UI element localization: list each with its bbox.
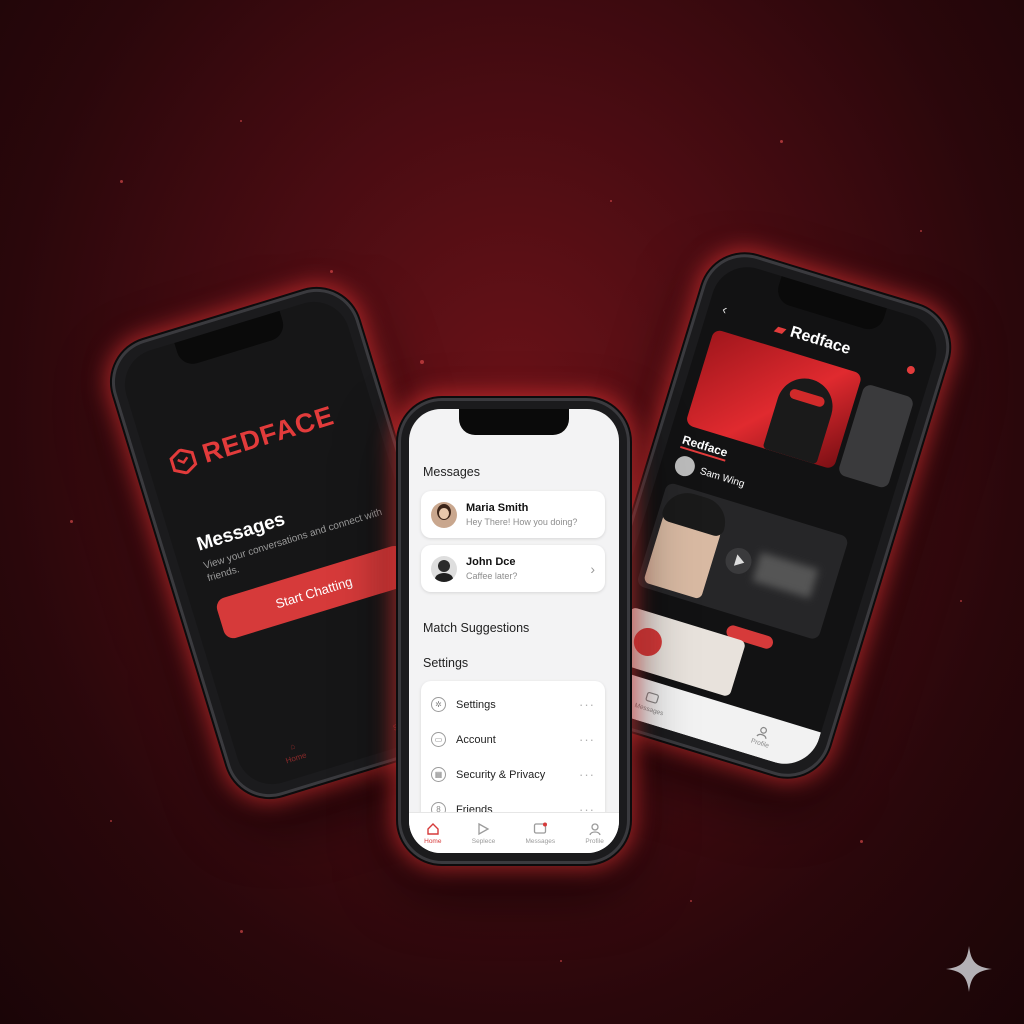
conversation-item[interactable]: Maria Smith Hey There! How you doing?: [421, 491, 605, 538]
nav-label: Messages: [633, 702, 665, 718]
mask-icon: ▰: [773, 319, 789, 338]
home-icon: [427, 822, 439, 835]
person-image: [762, 371, 840, 465]
blurred-content: [752, 552, 819, 599]
phone-right: ‹ ▰ Redface Redface Sam Wing Messages Pr…: [571, 243, 961, 788]
message-preview: Caffee later?: [466, 571, 518, 581]
play-button-icon[interactable]: [630, 624, 666, 660]
user-name: Sam Wing: [698, 466, 746, 491]
messages-heading: Messages: [423, 465, 480, 479]
play-icon: [478, 822, 490, 835]
message-icon: [645, 692, 660, 704]
nav-label: Home: [284, 750, 308, 765]
avatar: [431, 555, 457, 582]
nav-label: Profile: [585, 837, 604, 845]
account-icon: ▭: [431, 732, 446, 747]
more-icon[interactable]: ···: [579, 767, 595, 782]
settings-item-security[interactable]: ▦ Security & Privacy ···: [421, 757, 605, 792]
settings-item-settings[interactable]: ✲ Settings ···: [421, 687, 605, 722]
nav-home[interactable]: Home: [424, 822, 441, 845]
right-screen: ‹ ▰ Redface Redface Sam Wing Messages Pr…: [586, 258, 946, 773]
home-icon: ⌂: [288, 741, 297, 752]
match-suggestions-heading: Match Suggestions: [423, 621, 530, 635]
settings-heading: Settings: [423, 656, 469, 670]
sparkle-star-icon: [946, 946, 992, 992]
brand-logo: REDFACE: [166, 400, 338, 479]
settings-label: Account: [456, 733, 496, 746]
play-icon[interactable]: [722, 544, 755, 578]
notch: [174, 310, 288, 368]
profile-icon: [756, 727, 768, 739]
video-card[interactable]: [635, 481, 850, 641]
brand-name: REDFACE: [198, 400, 338, 469]
settings-label: Security & Privacy: [456, 768, 546, 781]
nav-seplece[interactable]: Seplece: [471, 822, 496, 845]
notification-dot[interactable]: [905, 365, 916, 375]
settings-label: Settings: [456, 698, 496, 711]
settings-item-account[interactable]: ▭ Account ···: [421, 722, 605, 757]
bottom-nav: Home Seplece Messages Profile: [409, 812, 619, 853]
avatar[interactable]: [672, 453, 698, 479]
settings-list: ✲ Settings ··· ▭ Account ··· ▦ Security …: [421, 681, 605, 825]
conversation-item[interactable]: John Dce Caffee later? ›: [421, 545, 605, 592]
back-icon[interactable]: ‹: [720, 301, 729, 318]
contact-name: John Dce: [466, 556, 516, 568]
nav-label: Messages: [525, 837, 556, 845]
nav-profile[interactable]: Profile: [750, 723, 774, 750]
gear-icon: ✲: [431, 697, 446, 712]
nav-label: Seplece: [471, 837, 496, 845]
phone-center: Messages Maria Smith Hey There! How you …: [398, 398, 630, 864]
message-preview: Hey There! How you doing?: [466, 517, 578, 527]
redface-logo-icon: [169, 447, 198, 475]
nav-home[interactable]: ⌂ Home: [281, 739, 308, 765]
notch: [459, 409, 569, 435]
avatar: [431, 501, 457, 528]
contact-name: Maria Smith: [466, 502, 529, 514]
profile-icon: [588, 822, 601, 835]
lock-icon: ▦: [431, 767, 446, 782]
nav-profile[interactable]: Profile: [585, 822, 604, 845]
more-icon[interactable]: ···: [579, 732, 595, 747]
nav-label: Home: [424, 837, 442, 845]
chevron-right-icon: ›: [590, 560, 595, 577]
nav-messages[interactable]: Messages: [525, 822, 556, 845]
nav-messages[interactable]: Messages: [633, 688, 669, 718]
more-icon[interactable]: ···: [579, 697, 595, 712]
center-screen: Messages Maria Smith Hey There! How you …: [409, 409, 619, 853]
message-icon: [534, 822, 548, 834]
